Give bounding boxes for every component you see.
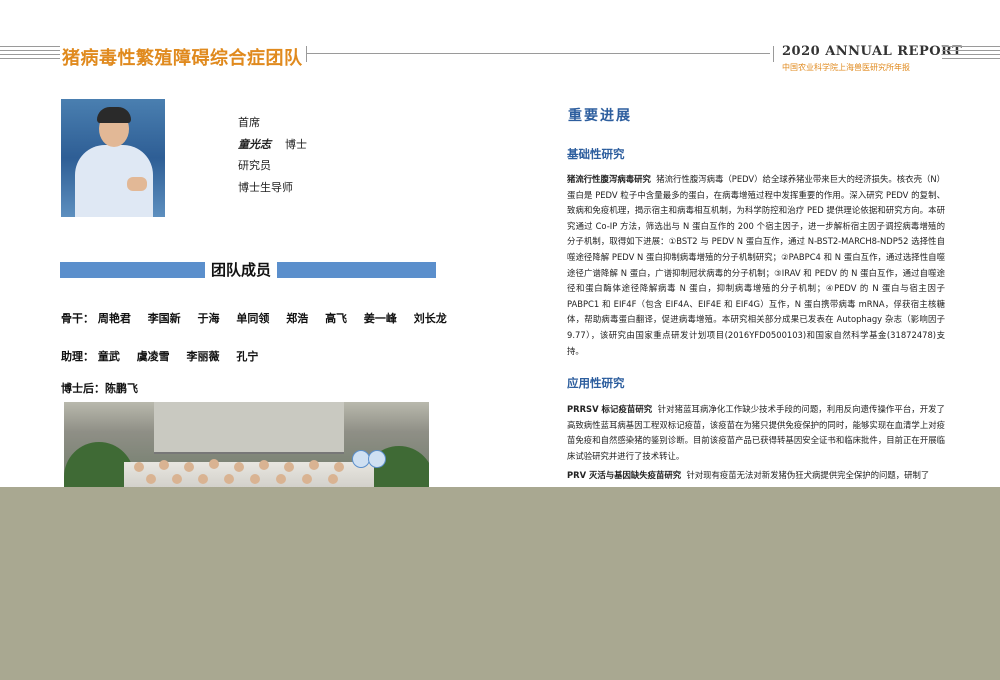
applied-research-text-2: 针对现有疫苗无法对新发猪伪狂犬病提供完全保护的问题，研制了 <box>686 470 930 480</box>
chief-role: 首席 <box>238 116 260 129</box>
applied-research-paragraph-2: PRV 灭活与基因缺失疫苗研究 针对现有疫苗无法对新发猪伪狂犬病提供完全保护的问… <box>567 468 945 484</box>
core-member: 刘长龙 <box>413 312 447 325</box>
core-member: 李国新 <box>147 312 181 325</box>
postdoc-member: 陈鹏飞 <box>105 382 138 395</box>
chief-supervisor: 博士生导师 <box>238 180 293 194</box>
team-members-heading: 团队成员 <box>205 257 278 283</box>
applied-research-paragraph-1: PRRSV 标记疫苗研究 针对猪蓝耳病净化工作缺少技术手段的问题，利用反向遗传操… <box>567 402 945 464</box>
assistant-label: 助理： <box>61 350 94 363</box>
chief-profile: 首席 童光志 博士 研究员 博士生导师 <box>238 112 307 198</box>
applied-research-heading: 应用性研究 <box>567 376 625 390</box>
assistant-member: 李丽薇 <box>186 350 220 363</box>
core-member: 郑浩 <box>286 312 309 325</box>
core-members-line: 骨干： 周艳君 李国新 于海 单同领 郑浩 高飞 姜一峰 刘长龙 <box>61 310 460 326</box>
core-member: 单同领 <box>236 312 270 325</box>
chief-degree: 博士 <box>285 137 307 151</box>
core-member: 于海 <box>197 312 220 325</box>
core-member: 周艳君 <box>97 312 131 325</box>
basic-research-text: 猪流行性腹泻病毒（PEDV）给全球养猪业带来巨大的经济损失。核衣壳（N）蛋白是 … <box>567 174 946 356</box>
core-member: 姜一峰 <box>363 312 397 325</box>
team-group-photo <box>64 402 429 487</box>
applied-research-lead-1: PRRSV 标记疫苗研究 <box>567 404 653 414</box>
assistant-member: 童武 <box>97 350 120 363</box>
basic-research-lead: 猪流行性腹泻病毒研究 <box>567 174 651 184</box>
core-member: 高飞 <box>325 312 348 325</box>
assistant-member: 虞凌雪 <box>136 350 170 363</box>
annual-report-label: 2020 ANNUAL REPORT <box>782 44 963 59</box>
header-divider <box>773 46 774 62</box>
report-page: 猪病毒性繁殖障碍综合症团队 2020 ANNUAL REPORT 中国农业科学院… <box>0 0 1000 487</box>
chief-portrait <box>61 99 165 217</box>
basic-research-paragraph: 猪流行性腹泻病毒研究 猪流行性腹泻病毒（PEDV）给全球养猪业带来巨大的经济损失… <box>567 172 945 359</box>
basic-research-heading: 基础性研究 <box>567 147 625 161</box>
postdoc-label: 博士后： <box>61 382 105 395</box>
chief-title: 研究员 <box>238 159 271 172</box>
team-title: 猪病毒性繁殖障碍综合症团队 <box>62 48 303 69</box>
chief-name-line: 童光志 博士 <box>238 134 307 156</box>
assistant-member: 孔宁 <box>236 350 259 363</box>
header-divider <box>306 46 307 62</box>
header-left-rule <box>0 46 60 60</box>
chief-name: 童光志 <box>238 137 271 151</box>
core-label: 骨干： <box>61 312 94 325</box>
header-rule <box>306 53 770 54</box>
assistants-line: 助理： 童武 虞凌雪 李丽薇 孔宁 <box>61 348 271 364</box>
institute-subtitle: 中国农业科学院上海兽医研究所年报 <box>782 63 910 72</box>
progress-heading: 重要进展 <box>568 108 632 124</box>
postdoc-line: 博士后：陈鹏飞 <box>61 380 138 396</box>
header-right-rule <box>942 46 1000 60</box>
applied-research-lead-2: PRV 灭活与基因缺失疫苗研究 <box>567 470 682 480</box>
